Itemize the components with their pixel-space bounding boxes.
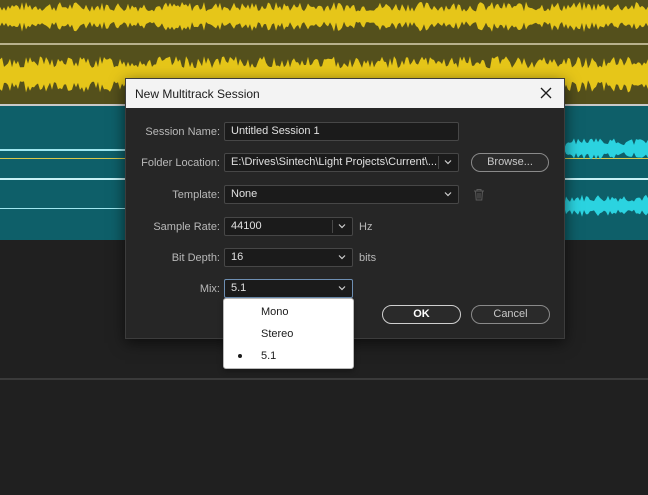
mix-label: Mix: (199, 283, 220, 295)
menu-item-label: 5.1 (261, 350, 277, 362)
bit-depth-unit: bits (359, 252, 377, 264)
bit-depth-label: Bit Depth: (171, 252, 220, 264)
menu-item-label: Mono (261, 306, 289, 318)
menu-item-5-1[interactable]: 5.1 (224, 345, 353, 367)
menu-item-label: Stereo (261, 328, 294, 340)
close-icon[interactable] (538, 85, 554, 101)
track-separator (0, 378, 648, 380)
chevron-down-icon (444, 192, 452, 197)
dropdown-divider (332, 220, 333, 233)
cancel-button[interactable]: Cancel (471, 305, 550, 324)
bullet-icon (238, 354, 242, 358)
session-name-input[interactable]: Untitled Session 1 (224, 122, 459, 141)
bit-depth-value: 16 (231, 251, 244, 263)
template-value: None (231, 188, 258, 200)
chevron-down-icon (338, 224, 346, 229)
folder-location-label: Folder Location: (141, 157, 220, 169)
menu-item-stereo[interactable]: Stereo (224, 323, 353, 345)
template-select[interactable]: None (224, 185, 459, 204)
trash-icon[interactable] (473, 188, 485, 201)
dialog-titlebar[interactable]: New Multitrack Session (126, 79, 564, 108)
chevron-down-icon (338, 286, 346, 291)
mix-value: 5.1 (231, 282, 247, 294)
ok-button[interactable]: OK (382, 305, 461, 324)
browse-button[interactable]: Browse... (471, 153, 549, 172)
folder-location-value: E:\Drives\Sintech\Light Projects\Current… (231, 156, 438, 168)
sample-rate-select[interactable]: 44100 (224, 217, 353, 236)
menu-item-mono[interactable]: Mono (224, 301, 353, 323)
mix-dropdown-menu: Mono Stereo 5.1 (223, 298, 354, 369)
session-name-label: Session Name: (145, 126, 220, 138)
dialog-title: New Multitrack Session (135, 87, 260, 101)
template-label: Template: (172, 189, 220, 201)
dropdown-divider (438, 156, 439, 169)
mix-select[interactable]: 5.1 (224, 279, 353, 298)
waveform-top (0, 1, 648, 33)
chevron-down-icon (338, 255, 346, 260)
track-divider (0, 43, 648, 45)
folder-location-select[interactable]: E:\Drives\Sintech\Light Projects\Current… (224, 153, 459, 172)
sample-rate-label: Sample Rate: (153, 221, 220, 233)
sample-rate-value: 44100 (231, 220, 262, 232)
bit-depth-select[interactable]: 16 (224, 248, 353, 267)
chevron-down-icon (444, 160, 452, 165)
sample-rate-unit: Hz (359, 221, 373, 233)
